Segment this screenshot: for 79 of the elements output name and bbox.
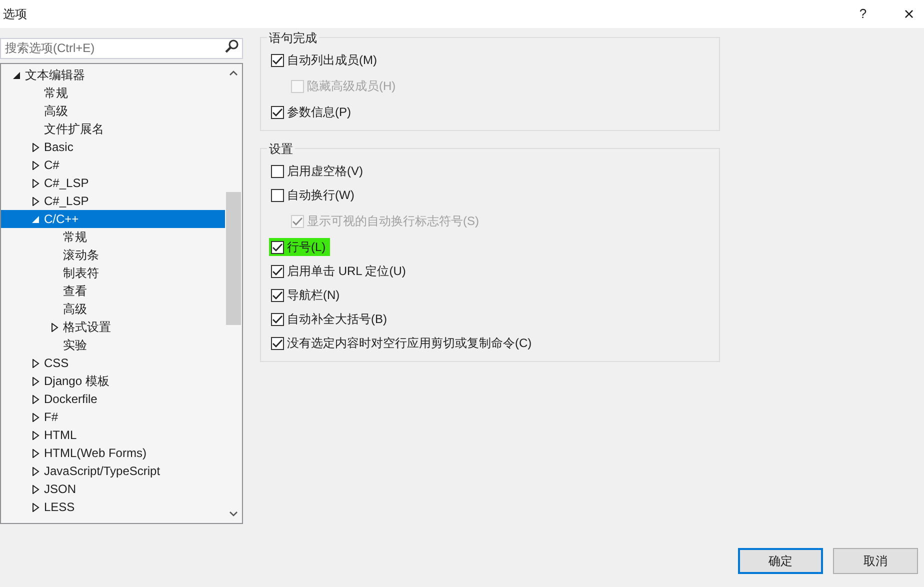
collapsed-arrow-icon[interactable] xyxy=(32,466,40,476)
option-label: 启用单击 URL 定位(U) xyxy=(287,263,406,280)
checkbox[interactable] xyxy=(271,188,284,202)
check-icon xyxy=(272,314,283,324)
scroll-down-icon[interactable] xyxy=(229,511,238,517)
tree-item[interactable]: 实验 xyxy=(1,336,225,354)
tree-item[interactable]: JSON xyxy=(1,480,225,498)
tree-item[interactable]: C#_LSP xyxy=(1,192,225,210)
check-icon xyxy=(272,108,283,116)
tree-item[interactable]: CSS xyxy=(1,354,225,372)
tree-item[interactable]: C/C++ xyxy=(1,210,225,228)
collapsed-arrow-icon[interactable] xyxy=(51,322,59,332)
option-label: 显示可视的自动换行标志符号(S) xyxy=(307,213,479,230)
ok-button[interactable]: 确定 xyxy=(738,548,823,574)
collapsed-arrow-icon[interactable] xyxy=(32,196,40,206)
tree-item[interactable]: Django 模板 xyxy=(1,372,225,390)
search-icon[interactable] xyxy=(225,39,239,53)
tree-item[interactable]: C#_LSP xyxy=(1,174,225,192)
option-label: 没有选定内容时对空行应用剪切或复制命令(C) xyxy=(287,335,532,352)
checkbox[interactable] xyxy=(271,288,284,302)
close-button[interactable]: × xyxy=(894,0,924,28)
collapsed-arrow-icon[interactable] xyxy=(32,412,40,422)
collapsed-arrow-icon[interactable] xyxy=(32,358,40,368)
tree-item[interactable]: 常规 xyxy=(1,84,225,102)
option-label: 参数信息(P) xyxy=(287,104,351,121)
tree-item[interactable]: 文件扩展名 xyxy=(1,120,225,138)
tree-item[interactable]: HTML(Web Forms) xyxy=(1,444,225,462)
tree-item[interactable]: 高级 xyxy=(1,300,225,318)
collapsed-arrow-icon[interactable] xyxy=(32,160,40,170)
checkbox[interactable] xyxy=(271,312,284,326)
checkbox[interactable] xyxy=(271,54,284,66)
checkbox[interactable] xyxy=(271,336,284,350)
collapsed-arrow-icon[interactable] xyxy=(32,376,40,386)
scroll-thumb[interactable] xyxy=(226,192,241,325)
cancel-button[interactable]: 取消 xyxy=(833,548,918,574)
collapsed-arrow-icon[interactable] xyxy=(32,484,40,494)
tree-item[interactable]: C# xyxy=(1,156,225,174)
check-icon xyxy=(272,290,283,300)
checkbox[interactable] xyxy=(271,106,284,118)
collapsed-arrow-icon[interactable] xyxy=(32,178,40,188)
option-label: 自动换行(W) xyxy=(287,187,354,204)
tree-item[interactable]: JavaScript/TypeScript xyxy=(1,462,225,480)
collapsed-arrow-icon[interactable] xyxy=(32,394,40,404)
option-label: 启用虚空格(V) xyxy=(287,163,363,180)
search-field[interactable]: 搜索选项(Ctrl+E) xyxy=(0,38,243,58)
tree-item[interactable]: 高级 xyxy=(1,102,225,120)
tree-item[interactable]: 制表符 xyxy=(1,264,225,282)
tree-item[interactable]: F# xyxy=(1,408,225,426)
option-label: 自动补全大括号(B) xyxy=(287,311,387,328)
tree-item[interactable]: 滚动条 xyxy=(1,246,225,264)
tree-item[interactable]: Basic xyxy=(1,138,225,156)
check-icon xyxy=(272,266,283,276)
collapsed-arrow-icon[interactable] xyxy=(32,430,40,440)
tree-item[interactable]: 常规 xyxy=(1,228,225,246)
option-label: 导航栏(N) xyxy=(287,287,340,304)
tree-item[interactable]: 文本编辑器 xyxy=(1,66,225,84)
checkbox[interactable] xyxy=(271,164,284,178)
tree-item[interactable]: LESS xyxy=(1,498,225,516)
window-title: 选项 xyxy=(3,6,27,23)
check-icon xyxy=(292,216,303,226)
tree-item[interactable]: Dockerfile xyxy=(1,390,225,408)
option-label: 自动列出成员(M) xyxy=(287,52,377,69)
help-button[interactable]: ? xyxy=(848,0,878,28)
collapsed-arrow-icon[interactable] xyxy=(32,448,40,458)
collapsed-arrow-icon[interactable] xyxy=(32,502,40,512)
checkbox[interactable] xyxy=(271,240,284,254)
tree-item[interactable]: HTML xyxy=(1,426,225,444)
expanded-arrow-icon[interactable] xyxy=(13,70,21,80)
check-icon xyxy=(272,56,283,64)
check-icon xyxy=(272,242,283,252)
group-title: 语句完成 xyxy=(267,29,319,47)
option-label: 行号(L) xyxy=(287,239,326,256)
check-icon xyxy=(272,338,283,348)
tree-item[interactable]: 格式设置 xyxy=(1,318,225,336)
checkbox[interactable] xyxy=(271,264,284,278)
scroll-up-icon[interactable] xyxy=(229,70,238,76)
collapsed-arrow-icon[interactable] xyxy=(32,142,40,152)
tree-item[interactable]: 查看 xyxy=(1,282,225,300)
option-label: 隐藏高级成员(H) xyxy=(307,78,396,95)
